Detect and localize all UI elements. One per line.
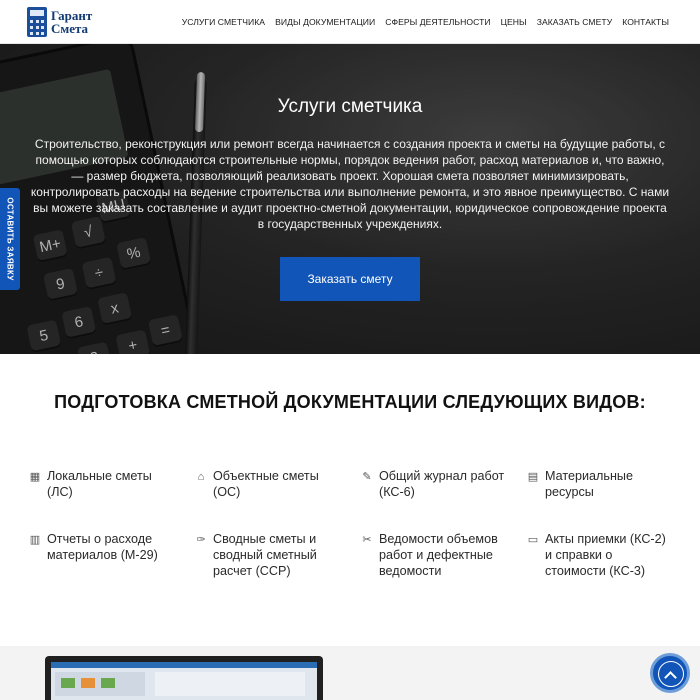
edit-icon: ✎ — [362, 471, 372, 483]
trash-icon: ▥ — [29, 534, 41, 546]
calculator-icon: ▦ — [29, 471, 41, 483]
leave-request-label: ОСТАВИТЬ ЗАЯВКУ — [5, 197, 15, 281]
pin-icon: ✑ — [196, 534, 206, 546]
doc-type-item: ▦ Локальные сметы (ЛС) — [28, 468, 194, 500]
scroll-to-top-button[interactable] — [650, 653, 690, 693]
building-icon: ⌂ — [197, 471, 205, 483]
logo-line-2: Смета — [51, 21, 89, 36]
doc-type-item: ✎ Общий журнал работ (КС-6) — [360, 468, 526, 500]
monitor-detail — [101, 678, 115, 688]
doc-type-label: Материальные ресурсы — [545, 469, 633, 499]
nav-doc-types[interactable]: ВИДЫ ДОКУМЕНТАЦИИ — [275, 17, 375, 27]
hero-banner: MU M+ √ % 9 ÷ x 5 6 2 3 + = Услуги сметч… — [0, 44, 700, 354]
nav-services[interactable]: УСЛУГИ СМЕТЧИКА — [182, 17, 265, 27]
hero-title: Услуги сметчика — [277, 96, 423, 117]
calculator-icon — [27, 7, 47, 37]
doc-type-label: Локальные сметы (ЛС) — [47, 469, 152, 499]
logo-text: Гарант Смета — [51, 9, 92, 35]
doc-types-grid: ▦ Локальные сметы (ЛС) ⌂ Объектные сметы… — [28, 468, 688, 579]
order-estimate-button[interactable]: Заказать смету — [280, 257, 420, 301]
doc-type-label: Отчеты о расходе материалов (М-29) — [47, 532, 158, 562]
logo[interactable]: Гарант Смета — [27, 7, 107, 37]
doc-type-item: ▥ Отчеты о расходе материалов (М-29) — [28, 531, 194, 579]
doc-type-item: ▤ Материальные ресурсы — [526, 468, 676, 500]
monitor-ribbon-right — [155, 672, 305, 696]
doc-type-label: Объектные сметы (ОС) — [213, 469, 319, 499]
nav-order[interactable]: ЗАКАЗАТЬ СМЕТУ — [537, 17, 613, 27]
nav-contacts[interactable]: КОНТАКТЫ — [622, 17, 669, 27]
doc-type-label: Ведомости объемов работ и дефектные ведо… — [379, 532, 498, 578]
doc-type-item: ▭ Акты приемки (КС-2) и справки о стоимо… — [526, 531, 676, 579]
doc-type-label: Сводные сметы и сводный сметный расчет (… — [213, 532, 317, 578]
doc-type-item: ✂ Ведомости объемов работ и дефектные ве… — [360, 531, 526, 579]
main-nav: УСЛУГИ СМЕТЧИКА ВИДЫ ДОКУМЕНТАЦИИ СФЕРЫ … — [182, 0, 669, 44]
site-header: Гарант Смета УСЛУГИ СМЕТЧИКА ВИДЫ ДОКУМЕ… — [0, 0, 700, 44]
doc-type-label: Общий журнал работ (КС-6) — [379, 469, 505, 499]
doc-type-item: ✑ Сводные сметы и сводный сметный расчет… — [194, 531, 360, 579]
doc-type-label: Акты приемки (КС-2) и справки о стоимост… — [545, 532, 666, 578]
leave-request-tab[interactable]: ОСТАВИТЬ ЗАЯВКУ — [0, 188, 20, 290]
doc-type-item: ⌂ Объектные сметы (ОС) — [194, 468, 360, 500]
nav-prices[interactable]: ЦЕНЫ — [501, 17, 527, 27]
section-title: ПОДГОТОВКА СМЕТНОЙ ДОКУМЕНТАЦИИ СЛЕДУЮЩИ… — [54, 392, 646, 412]
hero-description: Строительство, реконструкция или ремонт … — [30, 137, 670, 231]
monitor-titlebar — [51, 662, 317, 668]
monitor-image — [45, 656, 323, 700]
money-icon: ▭ — [527, 534, 539, 546]
tools-icon: ✂ — [362, 534, 372, 546]
monitor-detail — [61, 678, 75, 688]
nav-fields[interactable]: СФЕРЫ ДЕЯТЕЛЬНОСТИ — [385, 17, 490, 27]
monitor-detail — [81, 678, 95, 688]
box-icon: ▤ — [527, 471, 539, 483]
